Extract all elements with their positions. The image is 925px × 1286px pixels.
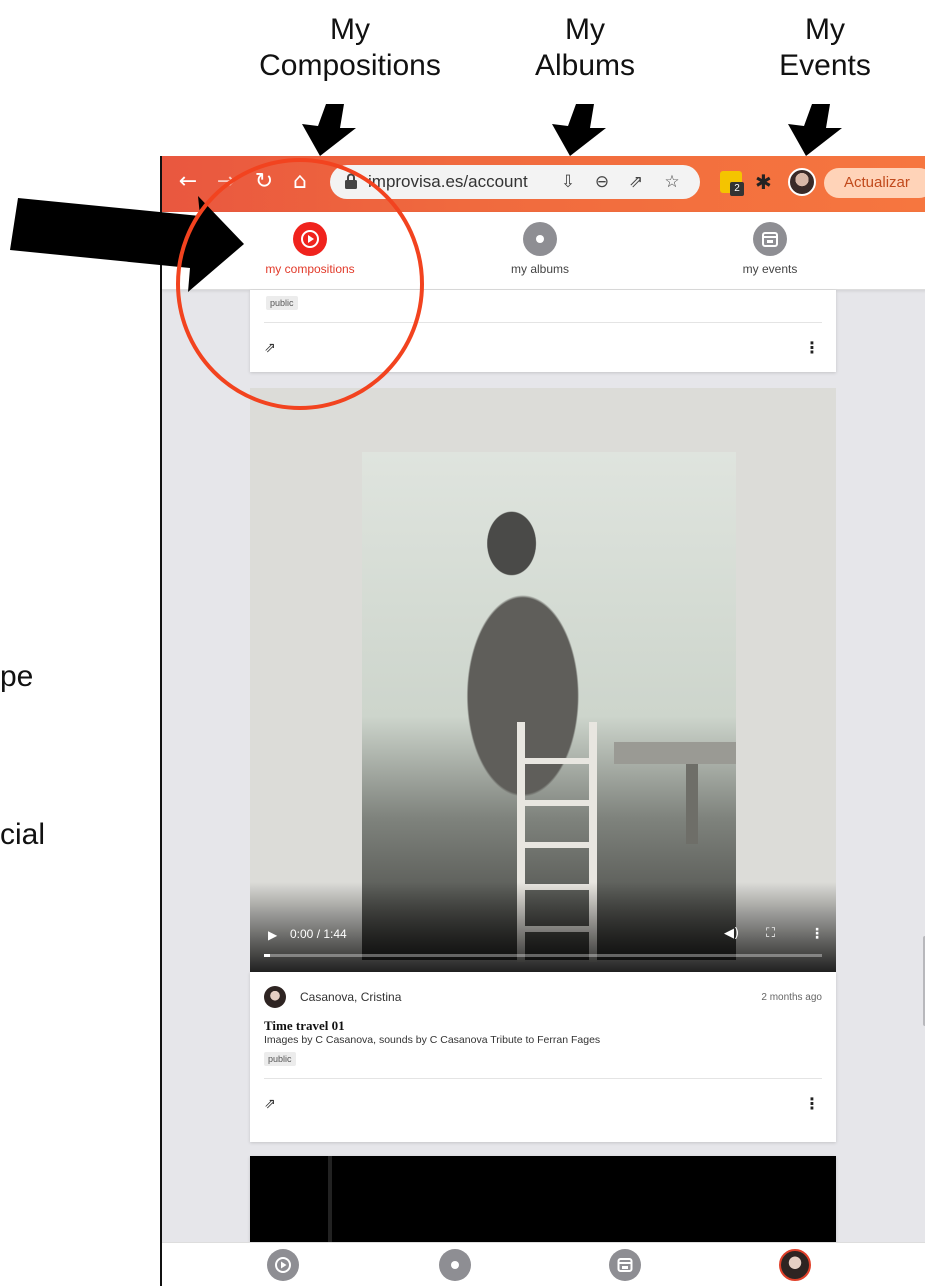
video-player[interactable]: ▶ 0:00 / 1:44 ◀) ⛶ ⋮ (250, 388, 836, 972)
stage: My Compositions My Albums My Events pe c… (0, 0, 925, 1286)
back-arrow-icon[interactable]: ← (174, 168, 202, 196)
tab-label-my-compositions: my compositions (265, 262, 355, 276)
profile-avatar-icon[interactable] (788, 168, 816, 196)
video-more-icon[interactable]: ⋮ (810, 926, 824, 942)
video-progress-fill (264, 954, 270, 957)
visibility-tag: public (266, 296, 298, 310)
tab-my-albums[interactable]: my albums (460, 222, 620, 276)
tab-my-events[interactable]: my events (690, 222, 850, 276)
time-ago: 2 months ago (761, 992, 822, 1003)
bottom-compositions-icon[interactable] (267, 1249, 299, 1281)
table-shape (614, 742, 736, 844)
cut-off-text-2: cial (0, 818, 46, 851)
share-page-icon[interactable]: ⇗ (624, 170, 648, 194)
events-calendar-icon (753, 222, 787, 256)
card-divider (264, 1078, 822, 1079)
annotation-my-albums: My Albums (534, 13, 636, 82)
composition-description: Images by C Casanova, sounds by C Casano… (264, 1034, 601, 1046)
albums-disc-icon (523, 222, 557, 256)
extension-badge-count: 2 (730, 182, 744, 196)
card-divider (264, 322, 822, 323)
home-icon[interactable]: ⌂ (286, 168, 314, 196)
more-options-icon[interactable]: ⋮ (804, 340, 820, 356)
lock-icon (345, 173, 357, 189)
composition-title[interactable]: Time travel 01 (264, 1018, 345, 1034)
video-progress-bar[interactable] (264, 954, 822, 957)
forward-arrow-icon[interactable]: → (212, 168, 240, 196)
reload-icon[interactable]: ↻ (250, 168, 278, 196)
bottom-events-icon[interactable] (609, 1249, 641, 1281)
play-icon[interactable]: ▶ (268, 928, 277, 942)
author-name[interactable]: Casanova, Cristina (300, 990, 401, 1004)
video-time: 0:00 / 1:44 (290, 927, 347, 941)
tab-my-compositions[interactable]: my compositions (230, 222, 390, 276)
install-app-icon[interactable]: ⇩ (556, 170, 580, 194)
arrow-down-compositions (302, 104, 356, 156)
annotation-my-events: My Events (779, 13, 871, 82)
bottom-albums-icon[interactable] (439, 1249, 471, 1281)
tab-label-my-events: my events (742, 262, 798, 276)
arrow-down-albums (552, 104, 606, 156)
video-frame-line (328, 1156, 332, 1246)
volume-icon[interactable]: ◀) (724, 926, 739, 941)
bookmark-star-icon[interactable]: ☆ (660, 170, 684, 194)
share-icon[interactable]: ⇗ (264, 340, 280, 356)
fullscreen-icon[interactable]: ⛶ (766, 926, 775, 941)
arrow-down-events (788, 104, 842, 156)
composition-card-next[interactable] (250, 1156, 836, 1246)
share-icon[interactable]: ⇗ (264, 1096, 280, 1112)
compositions-icon (293, 222, 327, 256)
more-options-icon[interactable]: ⋮ (804, 1096, 820, 1112)
zoom-out-icon[interactable]: ⊖ (590, 170, 614, 194)
browser-window: ← → ↻ ⌂ improvisa.es/account ⇩ ⊖ ⇗ ☆ 2 ✱… (160, 156, 925, 1286)
update-button[interactable]: Actualizar (824, 168, 925, 198)
url-text: improvisa.es/account (368, 172, 528, 191)
extensions-puzzle-icon[interactable]: ✱ (755, 170, 772, 194)
composition-card-previous: public ⇗ ⋮ (250, 290, 836, 372)
composition-card: Casanova, Cristina 2 months ago Time tra… (250, 972, 836, 1142)
address-bar[interactable]: improvisa.es/account ⇩ ⊖ ⇗ ☆ (330, 165, 700, 199)
visibility-tag: public (264, 1052, 296, 1066)
author-avatar[interactable] (264, 986, 286, 1008)
annotation-my-compositions: My Compositions (259, 13, 441, 82)
bottom-navigation (162, 1242, 925, 1286)
cut-off-text-1: pe (0, 660, 34, 693)
bottom-profile-avatar[interactable] (779, 1249, 811, 1281)
browser-toolbar: ← → ↻ ⌂ improvisa.es/account ⇩ ⊖ ⇗ ☆ 2 ✱… (162, 156, 925, 212)
tab-label-my-albums: my albums (510, 262, 569, 276)
top-navigation: my compositions my albums my events (162, 212, 925, 290)
